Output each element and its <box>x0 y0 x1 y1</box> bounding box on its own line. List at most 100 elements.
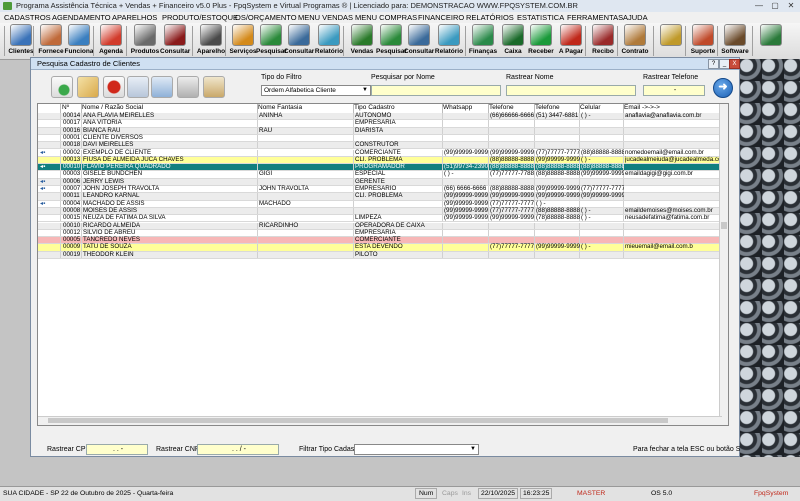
menu-relatorios[interactable]: RELATÓRIOS <box>466 13 514 22</box>
report2-icon <box>438 24 460 46</box>
cell-tipo: CLI. PROBLEMA <box>355 192 403 200</box>
toolbar-button-relat-rio[interactable]: Relatório <box>434 24 464 58</box>
vertical-scrollbar[interactable] <box>719 104 728 425</box>
track-name-input[interactable] <box>506 85 636 96</box>
close-button[interactable]: ✕ <box>784 1 798 11</box>
print-icon[interactable] <box>127 76 149 98</box>
cell-tel1: (66)66666-6666 <box>490 112 535 119</box>
toolbar-button-funciona[interactable]: Funciona <box>64 24 94 58</box>
toolbar-button-pesquisar[interactable]: Pesquisar <box>256 24 287 58</box>
pay-icon <box>560 24 582 46</box>
menu-cadastros[interactable]: CADASTROS <box>4 13 51 22</box>
minimize-button[interactable]: — <box>752 1 766 11</box>
col-fantasy[interactable]: Nome Fantasia <box>258 104 302 111</box>
toolbar-label: A Pagar <box>558 48 584 55</box>
toolbar-button-suporte[interactable]: Suporte <box>688 24 718 58</box>
toolbar-separator <box>33 26 34 56</box>
scroll-thumb[interactable] <box>48 418 668 423</box>
toolbar-button-a-pagar[interactable]: A Pagar <box>556 24 586 58</box>
toolbar-separator <box>465 26 466 56</box>
col-phone2[interactable]: Telefone <box>535 104 560 111</box>
receipt-icon <box>592 24 614 46</box>
status-version: OS 5.0 <box>651 490 673 497</box>
cell-wa: (99)99999-9999 <box>444 148 489 156</box>
toolbar-button-consultar[interactable]: Consultar <box>404 24 434 58</box>
col-mobile[interactable]: Celular <box>580 104 601 111</box>
search-clients-dialog: Pesquisa Cadastro de Clientes ? _ X Tipo… <box>30 57 752 457</box>
search-icon <box>260 24 282 46</box>
toolbar-separator <box>126 26 127 56</box>
menu-agendamento[interactable]: AGENDAMENTO <box>52 13 111 22</box>
status-bar: SUA CIDADE - SP 22 de Outubro de 2025 - … <box>0 486 800 501</box>
toolbar-label: Consultar <box>404 48 435 55</box>
status-brand: FpqSystem <box>754 490 789 497</box>
toolbar-button-finan-as[interactable]: Finanças <box>468 24 498 58</box>
col-type[interactable]: Tipo Cadastro <box>354 104 395 111</box>
exit-icon <box>760 24 782 46</box>
toolbar-button-aparelho[interactable]: Aparelho <box>196 24 226 58</box>
toolbar-button-produtos[interactable]: Produtos <box>130 24 160 58</box>
dialog-close-button[interactable]: X <box>729 59 740 69</box>
toolbar-label: Receber <box>528 48 554 55</box>
toolbar-button-exit[interactable] <box>756 24 786 58</box>
toolbar-label: Recibo <box>592 48 614 55</box>
menu-vendas[interactable]: MENU VENDAS <box>298 13 353 22</box>
menu-ajuda[interactable]: AJUDA <box>623 13 648 22</box>
scroll-thumb[interactable] <box>721 222 727 229</box>
toolbar-button-recibo[interactable]: Recibo <box>588 24 618 58</box>
toolbar-button-caixa[interactable]: Caixa <box>498 24 528 58</box>
col-name[interactable]: Nome / Razão Social <box>82 104 143 111</box>
edit-client-icon[interactable] <box>77 76 99 98</box>
menu-financeiro[interactable]: FINANCEIRO <box>418 13 464 22</box>
cnpj-search-icon[interactable] <box>177 76 199 98</box>
table-row[interactable]: 00019 THEODOR KLEIN PILOTO <box>38 251 722 259</box>
col-whatsapp[interactable]: Whatsapp <box>443 104 472 111</box>
toolbar-button-relat-rio[interactable]: Relatório <box>314 24 344 58</box>
cell-fant: RAU <box>259 126 273 134</box>
search-name-input[interactable] <box>371 85 501 96</box>
col-phone1[interactable]: Telefone <box>489 104 514 111</box>
go-arrow-icon[interactable]: ➜ <box>713 78 733 98</box>
mail-icon[interactable] <box>203 76 225 98</box>
cnpj-input[interactable]: . . / - <box>197 444 279 455</box>
toolbar-label: Finanças <box>468 48 498 55</box>
toolbar-button-contrato[interactable]: Contrato <box>620 24 650 58</box>
help-button[interactable]: ? <box>708 59 719 69</box>
track-phone-input[interactable]: - <box>643 85 705 96</box>
cell-cel: (99)99999-9999 <box>581 170 624 178</box>
menu-aparelhos[interactable]: APARELHOS <box>112 13 157 22</box>
col-number[interactable]: Nº <box>62 104 69 111</box>
horizontal-scrollbar[interactable] <box>38 416 722 425</box>
toolbar-button-vendas[interactable]: Vendas <box>347 24 377 58</box>
menu-ferramentas[interactable]: FERRAMENTAS <box>567 13 623 22</box>
toolbar-button-software[interactable]: Software <box>720 24 750 58</box>
type-filter-select[interactable]: ▼ <box>354 444 479 455</box>
clients-table: Nº Nome / Razão Social Nome Fantasia Tip… <box>37 103 729 426</box>
toolbar-button-servi-os[interactable]: Serviços <box>228 24 258 58</box>
cpf-input[interactable]: . . - <box>86 444 148 455</box>
toolbar-button-consultar[interactable]: Consultar <box>160 24 190 58</box>
menu-estatistica[interactable]: ESTATISTICA <box>517 13 564 22</box>
toolbar-button-clientes[interactable]: Clientes <box>6 24 36 58</box>
toolbar-button-pesquisar[interactable]: Pesquisar <box>376 24 407 58</box>
contract-icon <box>624 24 646 46</box>
status-city-date: SUA CIDADE - SP 22 de Outubro de 2025 - … <box>3 490 174 497</box>
toolbar-button-coins[interactable] <box>656 24 686 58</box>
delete-client-icon[interactable] <box>103 76 125 98</box>
cell-wa: ( ) - <box>444 170 454 178</box>
cell-fant: RICARDINHO <box>259 221 299 229</box>
menu-produto-estoque[interactable]: PRODUTO/ESTOQUE <box>162 13 238 22</box>
toolbar-button-fornece[interactable]: Fornece <box>36 24 66 58</box>
menu-compras[interactable]: MENU COMPRAS <box>355 13 417 22</box>
toolbar-button-receber[interactable]: Receber <box>526 24 556 58</box>
toolbar-label: Produtos <box>130 48 160 55</box>
add-client-icon[interactable] <box>51 76 73 98</box>
maximize-button[interactable]: ▢ <box>768 1 782 11</box>
toolbar-button-agenda[interactable]: Agenda <box>96 24 126 58</box>
document-icon[interactable] <box>151 76 173 98</box>
filter-select[interactable]: Ordem Alfabetica Cliente ▼ <box>261 85 371 96</box>
col-email[interactable]: Email ->->-> <box>624 104 660 111</box>
toolbar-separator <box>585 26 586 56</box>
menu-os-orcamento[interactable]: OS/ORÇAMENTO <box>235 13 297 22</box>
toolbar-button-consultar[interactable]: Consultar <box>284 24 314 58</box>
